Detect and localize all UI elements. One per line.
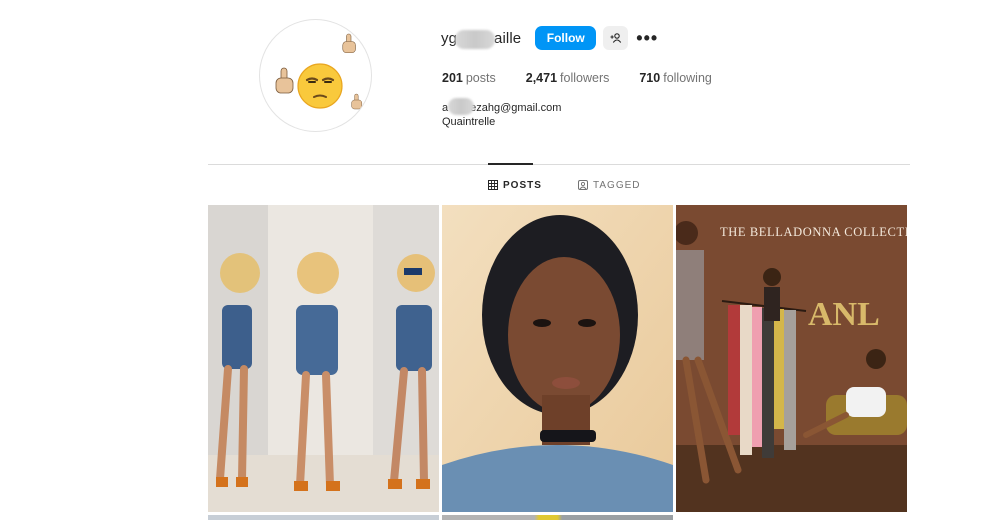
bio-name: Quaintrelle <box>442 116 496 128</box>
following-label: following <box>663 71 712 85</box>
post-image-portrait <box>442 205 673 512</box>
email-suffix: ezahg@gmail.com <box>470 102 562 114</box>
add-person-icon <box>610 33 621 43</box>
profile-page: yg aille Follow ••• 201 posts 2,471 followe… <box>0 0 1005 520</box>
profile-bio: a ezahg@gmail.com Quaintrelle <box>442 98 562 129</box>
post-thumbnail[interactable]: THE BELLADONNA COLLECTION ANL <box>676 205 907 512</box>
collection-logo: ANL <box>808 296 880 333</box>
tab-posts-label: POSTS <box>503 179 542 191</box>
followers-label: followers <box>560 71 610 85</box>
post-thumbnail[interactable] <box>208 205 439 512</box>
avatar-emoji-art <box>275 33 363 110</box>
post-image-mirrored-poses <box>208 205 439 512</box>
tab-tagged-label: TAGGED <box>593 179 641 191</box>
username-redaction-blur <box>455 29 495 49</box>
profile-avatar[interactable] <box>259 19 372 132</box>
profile-stats: 201 posts 2,471 followers 710 following <box>442 71 742 85</box>
post-thumbnail-partial[interactable] <box>442 515 673 520</box>
bio-email: a ezahg@gmail.com <box>442 98 562 115</box>
username: yg aille <box>441 29 522 49</box>
post-thumbnail-partial[interactable] <box>676 515 907 520</box>
username-row: yg aille Follow ••• <box>441 26 657 50</box>
following-stat[interactable]: 710 following <box>639 71 712 85</box>
email-redaction-blur <box>448 98 474 115</box>
posts-stat: 201 posts <box>442 71 496 85</box>
following-count: 710 <box>639 71 661 85</box>
more-options-icon: ••• <box>636 27 659 48</box>
unamused-face-emoji <box>297 63 343 109</box>
grid-icon <box>488 180 498 190</box>
tab-posts[interactable]: POSTS <box>488 178 542 192</box>
follow-button[interactable]: Follow <box>535 26 597 50</box>
followers-stat[interactable]: 2,471 followers <box>526 71 610 85</box>
post-thumbnail-partial[interactable] <box>208 515 439 520</box>
collection-title: THE BELLADONNA COLLECTION <box>720 225 907 239</box>
followers-count: 2,471 <box>525 71 558 85</box>
post-thumbnail[interactable] <box>442 205 673 512</box>
tabs-divider <box>208 164 910 165</box>
active-tab-indicator <box>488 163 533 165</box>
posts-label: posts <box>465 71 496 85</box>
username-suffix: aille <box>494 29 522 47</box>
tab-tagged[interactable]: TAGGED <box>578 178 640 192</box>
post-image-collection-ad: THE BELLADONNA COLLECTION ANL <box>676 205 907 512</box>
more-options-button[interactable]: ••• <box>636 26 659 50</box>
tagged-icon <box>578 180 588 190</box>
suggested-accounts-button[interactable] <box>603 26 629 50</box>
posts-count: 201 <box>442 71 463 85</box>
